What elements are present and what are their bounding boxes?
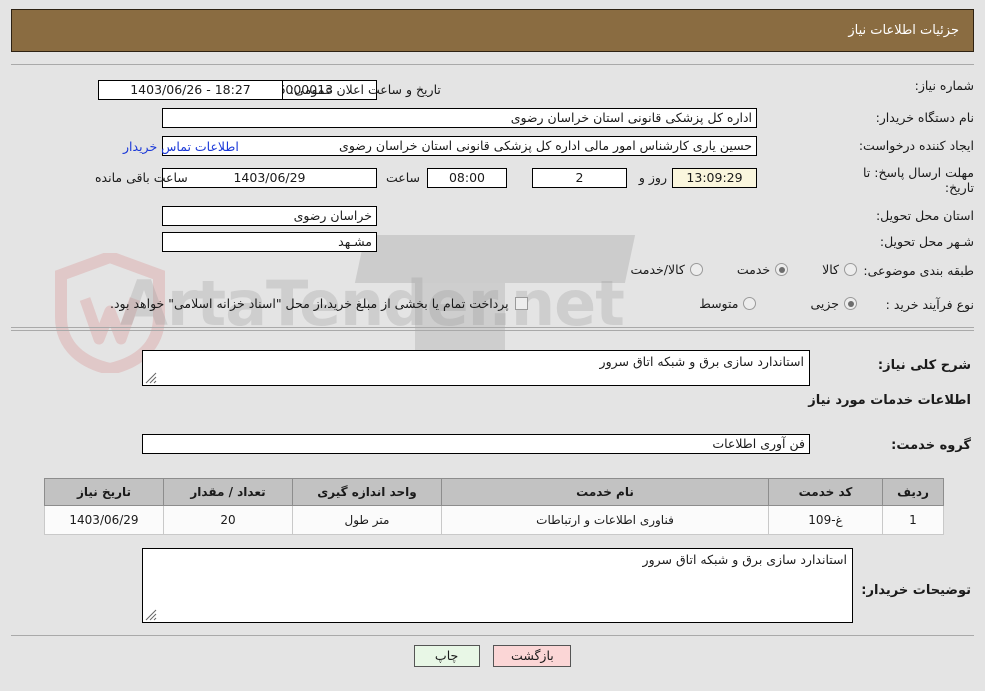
cell-service-code: غ-109 <box>768 505 883 535</box>
cell-need-date: 1403/06/29 <box>44 505 164 535</box>
buyer-contact-link[interactable]: اطلاعات تماس خریدار <box>123 139 239 154</box>
category-option-khedmat-label: خدمت <box>736 262 771 277</box>
radio-kala[interactable] <box>844 263 857 276</box>
page-header: جزئیات اطلاعات نیاز <box>11 9 974 52</box>
category-option-kala-khedmat[interactable]: کالا/خدمت <box>630 262 703 277</box>
summary-textarea[interactable]: استاندارد سازی برق و شبکه اتاق سرور <box>142 350 810 386</box>
city-value: مشـهد <box>162 232 377 252</box>
category-option-khedmat[interactable]: خدمت <box>736 262 789 277</box>
col-header-service-name: نام خدمت <box>441 478 769 506</box>
process-option-jozei[interactable]: جزیی <box>810 296 857 311</box>
services-table: ردیف کد خدمت نام خدمت واحد اندازه گیری ت… <box>44 478 944 535</box>
service-group-value: فن آوری اطلاعات <box>142 434 810 454</box>
treasury-checkbox[interactable] <box>514 297 528 310</box>
buyer-org-value: اداره کل پزشکی قانونی استان خراسان رضوی <box>162 108 757 128</box>
deadline-time-value: 08:00 <box>427 168 507 188</box>
col-header-need-date: تاریخ نیاز <box>44 478 164 506</box>
services-heading: اطلاعات خدمات مورد نیاز <box>808 393 971 408</box>
buyer-notes-textarea[interactable]: استاندارد سازی برق و شبکه اتاق سرور <box>142 548 853 623</box>
print-button[interactable]: چاپ <box>413 645 480 667</box>
city-label: شـهر محل تحویل: <box>879 234 974 249</box>
table-header-row: ردیف کد خدمت نام خدمت واحد اندازه گیری ت… <box>44 478 944 506</box>
deadline-label-line1: مهلت ارسال پاسخ: تا <box>863 165 974 180</box>
process-label: نوع فرآیند خرید : <box>885 297 974 312</box>
cell-index: 1 <box>882 505 944 535</box>
hour-label: ساعت <box>385 170 420 185</box>
need-summary-panel <box>11 64 974 328</box>
announce-label: تاریخ و ساعت اعلان عمومی: <box>290 82 441 97</box>
deadline-label-line2: تاریخ: <box>944 180 974 195</box>
resize-grip-icon[interactable] <box>145 372 157 384</box>
announce-value: 18:27 - 1403/06/26 <box>98 80 283 100</box>
radio-khedmat[interactable] <box>775 263 789 276</box>
table-row: 1 غ-109 فناوری اطلاعات و ارتباطات متر طو… <box>44 505 944 535</box>
cell-quantity: 20 <box>163 505 293 535</box>
page-title: جزئیات اطلاعات نیاز <box>848 23 959 38</box>
treasury-checkbox-label: پرداخت تمام یا بخشی از مبلغ خرید،از محل … <box>110 296 509 311</box>
buyer-notes-label: توضیحات خریدار: <box>861 583 971 598</box>
category-option-kala-label: کالا <box>822 262 839 277</box>
action-button-bar: بازگشت چاپ <box>0 645 985 667</box>
category-option-kala-khedmat-label: کالا/خدمت <box>630 262 685 277</box>
process-option-motavaset-label: متوسط <box>699 296 739 311</box>
countdown-value: 13:09:29 <box>672 168 757 188</box>
process-option-motavaset[interactable]: متوسط <box>699 296 757 311</box>
cell-unit: متر طول <box>292 505 442 535</box>
resize-grip-icon-notes[interactable] <box>145 609 157 621</box>
province-value: خراسان رضوی <box>162 206 377 226</box>
category-label: طبقه بندی موضوعی: <box>863 263 974 278</box>
creator-label: ایجاد کننده درخواست: <box>858 138 974 153</box>
remaining-hours-label: ساعت باقی مانده <box>95 170 188 185</box>
summary-label: شرح کلی نیاز: <box>877 358 971 373</box>
process-radio-group: جزیی متوسط <box>699 296 857 311</box>
buyer-notes-value: استاندارد سازی برق و شبکه اتاق سرور <box>642 552 847 567</box>
category-radio-group: کالا خدمت کالا/خدمت <box>630 262 857 277</box>
back-button[interactable]: بازگشت <box>493 645 572 667</box>
days-label: روز و <box>638 170 667 185</box>
col-header-unit: واحد اندازه گیری <box>292 478 442 506</box>
cell-service-name: فناوری اطلاعات و ارتباطات <box>441 505 769 535</box>
province-label: استان محل تحویل: <box>875 208 974 223</box>
buyer-org-label: نام دستگاه خریدار: <box>875 110 974 125</box>
deadline-date-value: 1403/06/29 <box>162 168 377 188</box>
days-remaining-value: 2 <box>532 168 627 188</box>
summary-value: استاندارد سازی برق و شبکه اتاق سرور <box>599 354 804 369</box>
col-header-quantity: تعداد / مقدار <box>163 478 293 506</box>
service-group-label: گروه خدمت: <box>891 438 971 453</box>
col-header-index: ردیف <box>882 478 944 506</box>
process-option-jozei-label: جزیی <box>810 296 839 311</box>
category-option-kala[interactable]: کالا <box>822 262 857 277</box>
treasury-checkbox-row[interactable]: پرداخت تمام یا بخشی از مبلغ خرید،از محل … <box>110 296 528 311</box>
radio-jozei[interactable] <box>844 297 857 310</box>
radio-motavaset[interactable] <box>743 297 757 310</box>
radio-kala-khedmat[interactable] <box>689 263 703 276</box>
creator-value: حسین یاری کارشناس امور مالی اداره کل پزش… <box>162 136 757 156</box>
col-header-service-code: کد خدمت <box>768 478 883 506</box>
